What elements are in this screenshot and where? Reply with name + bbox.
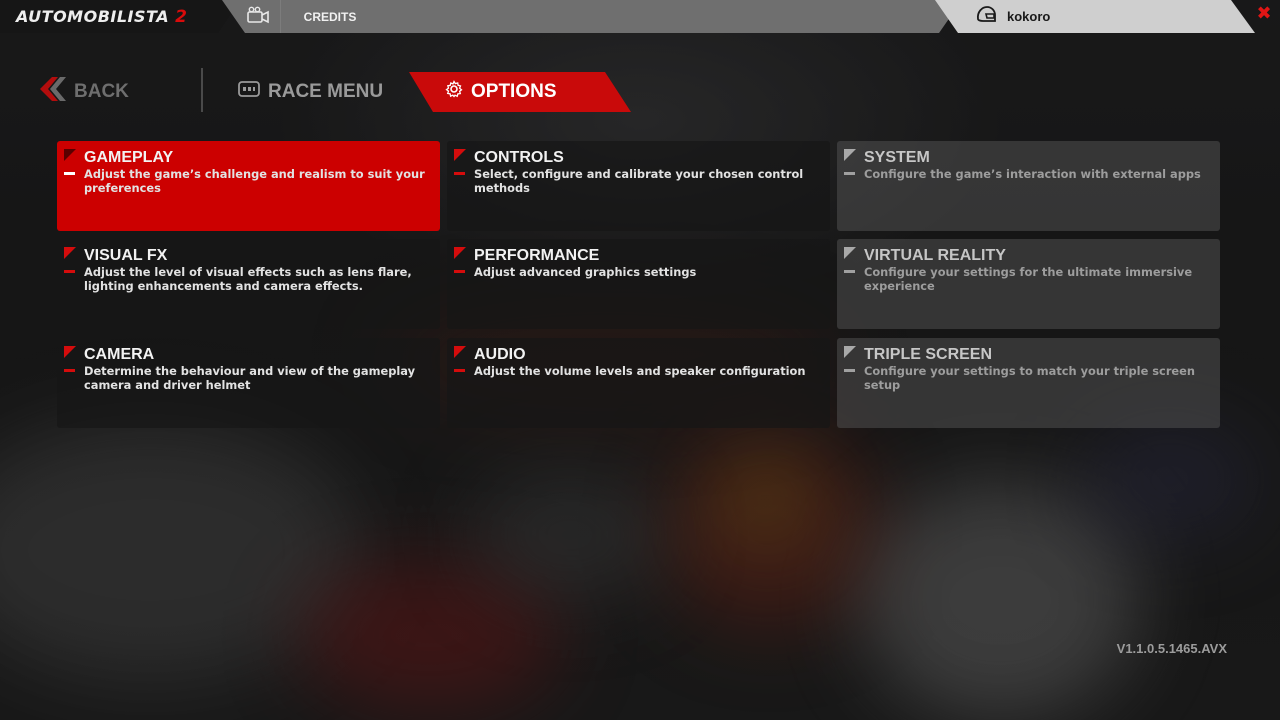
game-logo: AUTOMOBILISTA 2 [0,0,240,33]
corner-flag-icon [454,247,466,259]
option-tile-audio[interactable]: AUDIO Adjust the volume levels and speak… [447,338,830,428]
race-menu-icon [238,81,260,103]
tile-title: TRIPLE SCREEN [864,346,993,363]
option-tile-system[interactable]: SYSTEM Configure the game’s interaction … [837,141,1220,231]
top-bar: AUTOMOBILISTA 2 CREDITS kokoro ✖ [0,0,1280,33]
option-tile-gameplay[interactable]: GAMEPLAY Adjust the game’s challenge and… [57,141,440,231]
tile-title: AUDIO [474,346,526,363]
corner-flag-icon [64,247,76,259]
top-bar-divider [280,0,281,33]
option-tile-performance[interactable]: PERFORMANCE Adjust advanced graphics set… [447,239,830,329]
nav-divider [201,68,203,112]
race-menu-button[interactable]: RACE MENU [238,78,383,106]
dash-marker [64,369,75,372]
corner-flag-icon [454,149,466,161]
dash-marker [64,270,75,273]
dash-marker [454,369,465,372]
back-button[interactable]: BACK [38,75,129,109]
option-tile-virtual-reality[interactable]: VIRTUAL REALITY Configure your settings … [837,239,1220,329]
helmet-icon [975,5,997,28]
tile-title: VISUAL FX [84,247,168,264]
corner-flag-icon [844,247,856,259]
dash-marker [844,369,855,372]
dash-marker [844,172,855,175]
logo-text: AUTOMOBILISTA [16,7,170,26]
replay-button[interactable] [236,0,280,33]
options-tab[interactable]: OPTIONS [409,72,631,112]
credits-button[interactable]: CREDITS [290,0,370,33]
option-tile-triple-screen[interactable]: TRIPLE SCREEN Configure your settings to… [837,338,1220,428]
tile-description: Adjust advanced graphics settings [474,265,697,279]
version-label: V1.1.0.5.1465.AVX [1116,641,1227,656]
dash-marker [64,172,75,175]
username: kokoro [1007,9,1051,24]
back-label: BACK [74,81,129,102]
corner-flag-icon [64,149,76,161]
tile-description: Adjust the volume levels and speaker con… [474,364,806,378]
tile-title: VIRTUAL REALITY [864,247,1006,264]
tile-title: PERFORMANCE [474,247,600,264]
tile-description: Configure your settings to match your tr… [864,364,1195,392]
tile-title: CAMERA [84,346,155,363]
race-menu-label: RACE MENU [268,81,384,102]
tile-title: GAMEPLAY [84,149,174,166]
dash-marker [454,172,465,175]
navigation-bar: BACK RACE MENU OPTIONS [0,66,1280,118]
corner-flag-icon [844,346,856,358]
option-tile-camera[interactable]: CAMERA Determine the behaviour and view … [57,338,440,428]
close-button[interactable]: ✖ [1254,4,1274,24]
profile-button[interactable]: kokoro [975,0,1050,33]
close-icon: ✖ [1256,3,1272,24]
option-tile-controls[interactable]: CONTROLS Select, configure and calibrate… [447,141,830,231]
tile-title: CONTROLS [474,149,564,166]
logo-number: 2 [175,6,187,27]
tile-description: Configure your settings for the ultimate… [864,265,1193,293]
tile-description: Adjust the level of visual effects such … [84,265,412,293]
corner-flag-icon [844,149,856,161]
camera-icon [246,6,270,28]
option-tile-visual-fx[interactable]: VISUAL FX Adjust the level of visual eff… [57,239,440,329]
back-arrow-icon [38,75,68,109]
tile-description: Adjust the game’s challenge and realism … [84,167,425,195]
dash-marker [454,270,465,273]
tile-description: Select, configure and calibrate your cho… [474,167,804,195]
gear-icon [445,80,463,104]
tile-description: Determine the behaviour and view of the … [84,364,416,392]
options-label: OPTIONS [471,81,557,102]
tile-title: SYSTEM [864,149,930,166]
dash-marker [844,270,855,273]
corner-flag-icon [454,346,466,358]
corner-flag-icon [64,346,76,358]
tile-description: Configure the game’s interaction with ex… [864,167,1201,181]
